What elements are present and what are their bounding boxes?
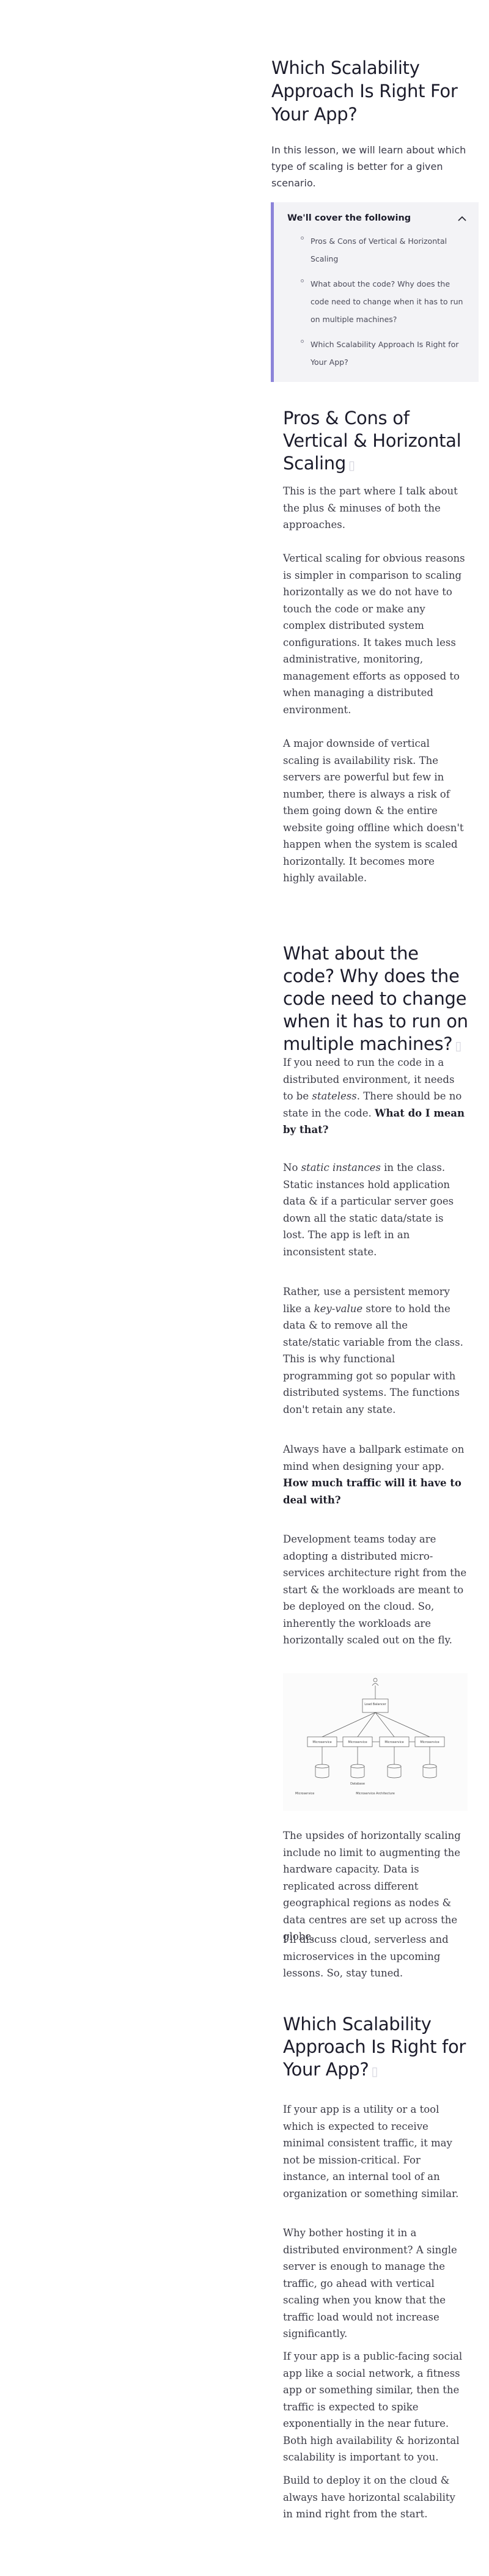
paragraph: If your app is a public-facing social ap… <box>283 2350 463 2463</box>
section-heading-pros-cons: Pros & Cons of Vertical & Horizontal Sca… <box>283 407 472 477</box>
diagram-db-label: Database <box>350 1782 365 1786</box>
paragraph: Rather, use a persistent memory like a k… <box>283 1283 468 1418</box>
paragraph: If you need to run the code in a distrib… <box>283 1054 468 1139</box>
link-icon[interactable]: ▯ <box>455 1038 461 1053</box>
toc-heading: We'll cover the following <box>287 213 411 223</box>
lesson-header: Which Scalability Approach Is Right For … <box>271 56 477 191</box>
bullet-icon <box>301 279 304 282</box>
diagram-label-load-balancer: Load Balancer <box>364 1703 387 1706</box>
text: No <box>283 1162 301 1173</box>
microservice-architecture-diagram: Load Balancer Microservice Microservice … <box>283 1673 468 1811</box>
emphasis: static instances <box>301 1162 381 1173</box>
table-of-contents: We'll cover the following Pros & Cons of… <box>271 202 479 382</box>
toc-link-pros-cons[interactable]: Pros & Cons of Vertical & Horizontal Sca… <box>311 237 447 263</box>
section-heading-which-approach: Which Scalability Approach Is Right for … <box>283 2013 472 2083</box>
diagram-caption: Microservice Architecture <box>356 1792 395 1796</box>
lesson-page: Which Scalability Approach Is Right For … <box>0 0 489 2576</box>
paragraph: No static instances in the class. Static… <box>283 1159 468 1260</box>
toc-item: Which Scalability Approach Is Right for … <box>301 336 470 371</box>
diagram-node-label: Microservice <box>420 1741 439 1744</box>
text: store to hold the data & to remove all t… <box>283 1302 463 1415</box>
paragraph: If your app is a utility or a tool which… <box>283 2104 459 2200</box>
chevron-up-icon[interactable] <box>457 213 468 224</box>
emphasis: key-value <box>314 1302 363 1315</box>
heading-text: Pros & Cons of Vertical & Horizontal Sca… <box>283 408 461 474</box>
paragraph: Always have a ballpark estimate on mind … <box>283 1441 468 1508</box>
bullet-icon <box>301 340 304 343</box>
toc-link-code[interactable]: What about the code? Why does the code n… <box>311 279 463 324</box>
toc-list: Pros & Cons of Vertical & Horizontal Sca… <box>274 232 479 371</box>
diagram-node-label: Microservice <box>312 1741 331 1744</box>
paragraph: Build to deploy it on the cloud & always… <box>283 2475 455 2520</box>
toc-item: Pros & Cons of Vertical & Horizontal Sca… <box>301 232 470 268</box>
bullet-icon <box>301 237 304 240</box>
section-heading-code: What about the code? Why does the code n… <box>283 942 472 1057</box>
diagram-svg: Load Balancer Microservice Microservice … <box>295 1678 445 1796</box>
paragraph: This is the part where I talk about the … <box>283 485 458 530</box>
toc-item: What about the code? Why does the code n… <box>301 275 470 328</box>
paragraph: Vertical scaling for obvious reasons is … <box>283 552 465 716</box>
toc-link-which-approach[interactable]: Which Scalability Approach Is Right for … <box>311 340 458 367</box>
paragraph: Development teams today are adopting a d… <box>283 1533 467 1646</box>
diagram-bottom-left-label: Microservice <box>295 1792 314 1796</box>
paragraph: A major downside of vertical scaling is … <box>283 738 464 884</box>
diagram-node-label: Microservice <box>384 1741 403 1744</box>
text: Always have a ballpark estimate on mind … <box>283 1444 465 1472</box>
lesson-intro: In this lesson, we will learn about whic… <box>271 144 466 189</box>
paragraph: I'll discuss cloud, serverless and micro… <box>283 1934 449 1979</box>
lesson-title: Which Scalability Approach Is Right For … <box>271 57 458 125</box>
emphasis: stateless <box>312 1090 357 1102</box>
text: in the class. Static instances hold appl… <box>283 1162 454 1258</box>
strong: How much traffic will it have to deal wi… <box>283 1477 461 1506</box>
paragraph: The upsides of horizontally scaling incl… <box>283 1830 461 1942</box>
link-icon[interactable]: ▯ <box>348 458 355 472</box>
paragraph: Why bother hosting it in a distributed e… <box>283 2227 457 2339</box>
link-icon[interactable]: ▯ <box>371 2064 378 2079</box>
diagram-node-label: Microservice <box>348 1741 367 1744</box>
heading-text: What about the code? Why does the code n… <box>283 943 468 1054</box>
toc-header[interactable]: We'll cover the following <box>274 202 479 224</box>
